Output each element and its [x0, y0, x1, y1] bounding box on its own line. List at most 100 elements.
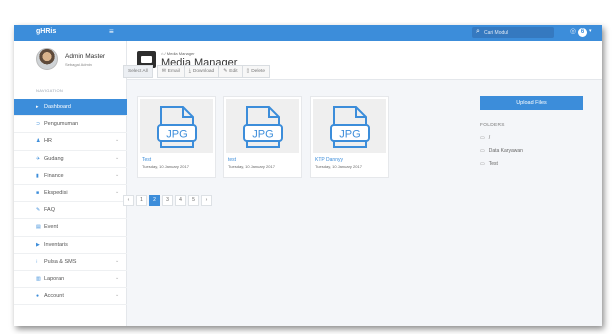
chevron-down-icon: ⌄ — [115, 137, 120, 144]
shipping-icon: ■ — [36, 189, 40, 196]
sidebar-item-label: Event — [44, 224, 59, 231]
file-thumbnail: JPG — [313, 99, 386, 153]
folders-title: FOLDERS — [480, 123, 505, 128]
next-page-button[interactable]: › — [201, 195, 212, 206]
prev-page-button[interactable]: ‹ — [123, 195, 134, 206]
page-button[interactable]: 5 — [188, 195, 199, 206]
folder-icon: ▭ — [480, 135, 485, 141]
select-all-button[interactable]: Select All — [123, 65, 153, 78]
download-label: Download — [192, 69, 215, 74]
sidebar-item-hr[interactable]: ♟ HR ⌄ — [14, 133, 127, 151]
sidebar-item-faq[interactable]: ✎ FAQ — [14, 202, 127, 220]
delete-button[interactable]: ▯ Delete — [241, 65, 271, 78]
hr-icon: ♟ — [36, 138, 41, 145]
file-name[interactable]: KTP Dannyy — [315, 157, 343, 163]
folder-item[interactable]: ▭ / — [480, 135, 490, 144]
file-card[interactable]: JPG Test Tuesday, 10 January 2017 — [137, 96, 216, 178]
folder-icon: ▭ — [480, 161, 485, 167]
search-box[interactable]: ⌕ — [472, 27, 554, 38]
sidebar-item-laporan[interactable]: ▥ Laporan ⌄ — [14, 271, 127, 289]
file-type-label: JPG — [166, 129, 187, 141]
sidebar-item-inventaris[interactable]: ▶ Inventaris — [14, 237, 127, 254]
search-input[interactable] — [484, 28, 550, 37]
chevron-down-icon: ⌄ — [115, 188, 120, 195]
sidebar-item-account[interactable]: ● Account ⌄ — [14, 288, 127, 306]
email-button[interactable]: ✉ Email — [156, 65, 185, 78]
file-date: Tuesday, 10 January 2017 — [142, 164, 189, 169]
edit-button[interactable]: ✎ Edit — [218, 65, 243, 78]
chevron-down-icon: ⌄ — [115, 171, 120, 178]
folder-item[interactable]: ▭ Data Karyawan — [480, 148, 523, 157]
folder-label: / — [488, 135, 491, 141]
nav-header: NAVIGATION — [36, 88, 64, 93]
chevron-down-icon: ⌄ — [115, 154, 120, 161]
download-icon: ⤓ — [188, 69, 191, 74]
sidebar-item-dashboard[interactable]: ▸ Dashboard — [14, 99, 127, 117]
file-date: Tuesday, 10 January 2017 — [315, 164, 362, 169]
email-icon: ✉ — [161, 69, 166, 74]
folder-label: Data Karyawan — [488, 148, 523, 154]
sidebar-item-label: Inventaris — [44, 241, 68, 248]
file-card[interactable]: JPG KTP Dannyy Tuesday, 10 January 2017 — [310, 96, 389, 178]
page-button[interactable]: 4 — [175, 195, 186, 206]
inventory-icon: ▶ — [36, 241, 40, 248]
file-toolbar: Select All ✉ Email ⤓ Download ✎ Edit ▯ Delet… — [123, 65, 271, 78]
sidebar-item-label: Gudang — [44, 155, 64, 162]
announcement-icon: ⊃ — [36, 121, 41, 128]
sidebar-item-label: Pulsa & SMS — [44, 258, 77, 265]
download-button[interactable]: ⤓ Download — [183, 65, 220, 78]
sidebar-nav: ▸ Dashboard ⊃ Pengumuman ♟ HR ⌄ ✈ Gudang… — [14, 99, 127, 306]
file-date: Tuesday, 10 January 2017 — [228, 164, 275, 169]
file-type-label: JPG — [339, 129, 360, 141]
home-icon[interactable]: ⌂ — [161, 51, 163, 56]
sidebar-item-label: Account — [44, 293, 64, 300]
sidebar-item-label: Finance — [44, 172, 64, 179]
jpg-file-icon: JPG — [157, 106, 197, 148]
upload-files-button[interactable]: Upload Files — [480, 96, 583, 110]
chevron-down-icon: ▾ — [589, 28, 592, 34]
file-name[interactable]: Test — [142, 157, 151, 163]
hamburger-icon[interactable]: ≡ — [109, 27, 114, 36]
pagination: ‹ 1 2 3 4 5 › — [123, 195, 214, 206]
notification-menu[interactable]: ◎ 6 ▾ — [570, 28, 592, 38]
sidebar-item-label: FAQ — [44, 207, 56, 214]
phone-icon: ⁝ — [36, 258, 38, 265]
app-window: gHRis ≡ ⌕ ◎ 6 ▾ Admin Master Sebagai Adm… — [14, 25, 602, 326]
faq-icon: ✎ — [36, 207, 41, 214]
sidebar-item-label: Dashboard — [44, 104, 71, 110]
sidebar-item-label: Laporan — [44, 275, 65, 282]
chevron-down-icon: ⌄ — [115, 274, 120, 281]
brand-logo[interactable]: gHRis — [36, 28, 56, 35]
trash-icon: ▯ — [246, 69, 250, 74]
event-icon: ▤ — [36, 224, 41, 231]
folder-item[interactable]: ▭ Test — [480, 161, 498, 170]
page-button[interactable]: 1 — [136, 195, 147, 206]
sidebar-item-ekspedisi[interactable]: ■ Ekspedisi ⌄ — [14, 185, 127, 203]
sidebar-item-pulsa-sms[interactable]: ⁝ Pulsa & SMS ⌄ — [14, 254, 127, 271]
sidebar-item-event[interactable]: ▤ Event — [14, 219, 127, 237]
avatar — [36, 48, 58, 70]
user-panel: Admin Master Sebagai Admin — [14, 41, 127, 85]
user-name: Admin Master — [65, 53, 106, 60]
sidebar-item-pengumuman[interactable]: ⊃ Pengumuman — [14, 116, 127, 134]
file-card[interactable]: JPG test Tuesday, 10 January 2017 — [223, 96, 302, 178]
finance-icon: ▮ — [36, 172, 39, 179]
file-thumbnail: JPG — [140, 99, 213, 153]
page-button[interactable]: 3 — [162, 195, 173, 206]
edit-icon: ✎ — [223, 69, 228, 74]
breadcrumb-current: Media Manager — [166, 51, 195, 56]
folder-label: Test — [488, 161, 498, 167]
breadcrumb: ⌂ / Media Manager — [161, 51, 195, 56]
edit-label: Edit — [229, 69, 238, 74]
sidebar-item-label: Ekspedisi — [44, 189, 68, 196]
page-button-current[interactable]: 2 — [149, 195, 160, 206]
user-role: Sebagai Admin — [65, 62, 92, 67]
chevron-down-icon: ⌄ — [115, 257, 120, 264]
bell-icon: ◎ — [570, 28, 577, 35]
sidebar-item-finance[interactable]: ▮ Finance ⌄ — [14, 168, 127, 185]
search-icon: ⌕ — [476, 28, 480, 35]
top-navbar: gHRis ≡ ⌕ ◎ 6 ▾ — [14, 25, 602, 41]
file-name[interactable]: test — [228, 157, 236, 163]
sidebar-item-gudang[interactable]: ✈ Gudang ⌄ — [14, 151, 127, 168]
warehouse-icon: ✈ — [36, 155, 41, 162]
